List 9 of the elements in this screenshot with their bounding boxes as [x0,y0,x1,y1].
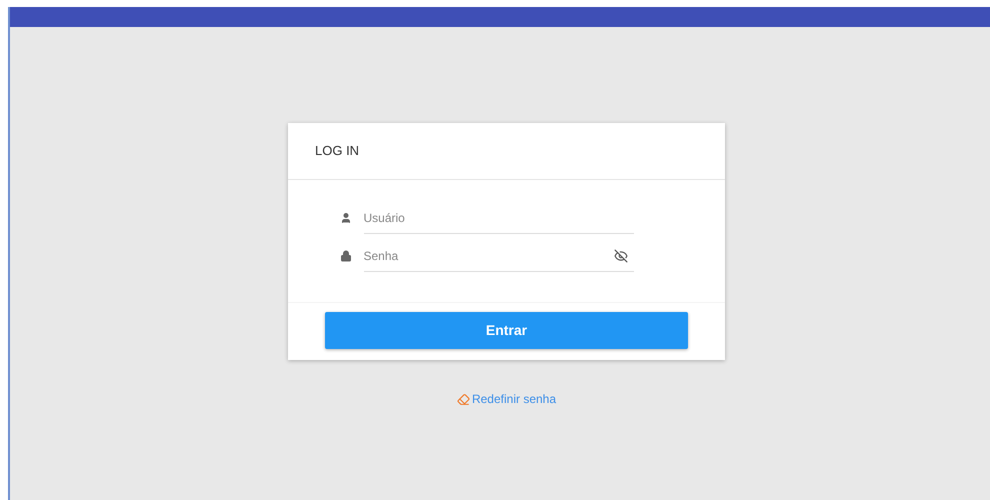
password-field[interactable]: Senha [364,246,614,264]
login-button[interactable]: Entrar [325,312,688,349]
card-title: LOG IN [315,142,360,160]
hide-password-icon[interactable] [614,248,628,262]
username-field[interactable]: Usuário [364,208,634,226]
user-icon [340,212,352,224]
reset-password-link[interactable]: Redefinir senha [456,390,556,408]
eraser-icon [456,392,470,406]
lock-icon [340,250,352,262]
